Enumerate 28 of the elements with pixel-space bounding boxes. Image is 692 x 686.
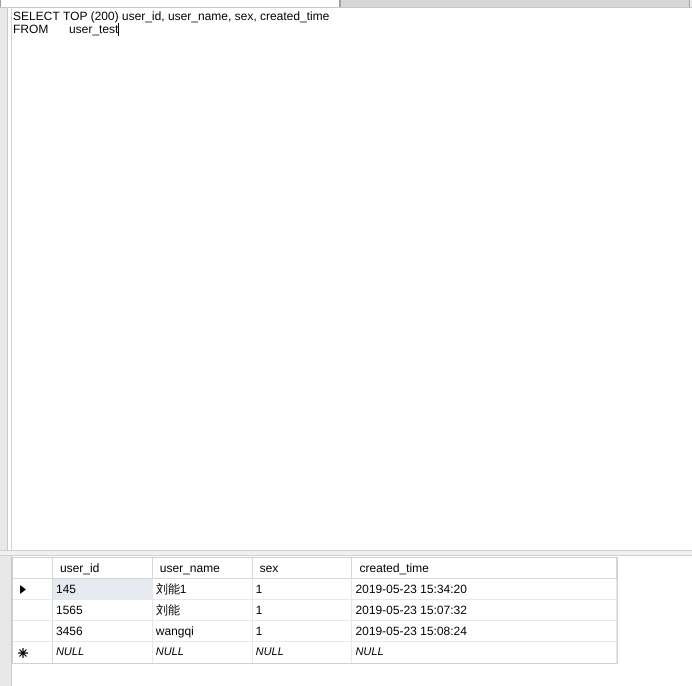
table-cell[interactable]: 145 bbox=[52, 579, 153, 599]
table-cell[interactable]: 刘能 bbox=[152, 600, 253, 620]
current-row-icon bbox=[20, 584, 26, 594]
document-tab[interactable] bbox=[0, 0, 340, 7]
table-cell[interactable]: 刘能1 bbox=[152, 579, 253, 599]
table-cell[interactable]: 1 bbox=[252, 600, 352, 620]
table-cell[interactable]: 3456 bbox=[52, 621, 153, 641]
sql-text: TOP (200) user_id, user_name, sex, created_time bbox=[63, 10, 330, 23]
column-header[interactable]: user_name bbox=[152, 558, 253, 578]
table-cell[interactable]: 2019-05-23 15:34:20 bbox=[352, 579, 618, 599]
document-tab[interactable] bbox=[340, 0, 690, 7]
column-header[interactable]: sex bbox=[252, 558, 352, 578]
table-cell[interactable]: wangqi bbox=[152, 621, 253, 641]
sql-text: user_test bbox=[68, 23, 118, 36]
new-row-icon bbox=[18, 648, 28, 658]
table-cell[interactable]: NULL bbox=[52, 642, 153, 663]
table-cell[interactable]: NULL bbox=[252, 642, 352, 663]
table-cell[interactable]: 2019-05-23 15:08:24 bbox=[352, 621, 618, 641]
table-cell[interactable]: 1565 bbox=[52, 600, 153, 620]
column-header[interactable]: created_time bbox=[352, 558, 618, 578]
sql-keyword: SELECT bbox=[13, 10, 61, 23]
sql-keyword: FROM bbox=[13, 23, 50, 36]
table-cell[interactable]: NULL bbox=[152, 642, 253, 663]
table-cell[interactable]: NULL bbox=[352, 642, 618, 663]
table-cell[interactable]: 2019-05-23 15:07:32 bbox=[352, 600, 618, 620]
table-cell[interactable]: 1 bbox=[252, 621, 352, 641]
table-cell[interactable]: 1 bbox=[252, 579, 352, 599]
column-header[interactable]: user_id bbox=[52, 558, 153, 578]
